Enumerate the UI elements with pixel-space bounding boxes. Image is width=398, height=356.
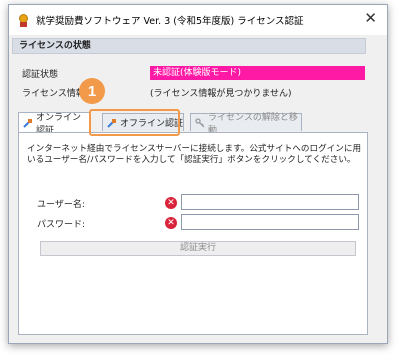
medal-icon [17, 13, 30, 27]
error-icon: ✕ [165, 197, 177, 209]
step-callout-badge: 1 [79, 78, 105, 104]
plug-icon [23, 118, 33, 128]
tab-online-auth[interactable]: オンライン認証 [18, 112, 90, 136]
password-input[interactable] [181, 214, 359, 230]
error-icon: ✕ [165, 217, 177, 229]
key-icon [195, 117, 205, 128]
title-bar: 就学奨励費ソフトウェア Ver. 3 (令和5年度版) ライセンス認証 ✕ [9, 5, 387, 35]
username-label: ユーザー名: [37, 200, 85, 210]
online-auth-panel: インターネット経由でライセンスサーバーに接続します。公式サイトへのログインに用い… [18, 132, 368, 335]
offline-tab-highlight [89, 109, 180, 136]
license-status-header: ライセンスの状態 [12, 38, 366, 54]
panel-description: インターネット経由でライセンスサーバーに接続します。公式サイトへのログインに用い… [27, 144, 362, 165]
tab-license-release[interactable]: ライセンスの解除と移動 [190, 113, 302, 136]
license-info-value: (ライセンス情報が見つかりません) [150, 89, 292, 99]
window-title: 就学奨励費ソフトウェア Ver. 3 (令和5年度版) ライセンス認証 [36, 16, 304, 27]
authenticate-button[interactable]: 認証実行 [40, 241, 356, 256]
license-info-label: ライセンス情報 [22, 89, 85, 99]
password-label: パスワード: [37, 220, 86, 230]
auth-status-value: 未認証(体験版モード) [150, 66, 365, 80]
close-icon[interactable]: ✕ [364, 11, 377, 26]
auth-status-label: 認証状態 [22, 70, 59, 80]
username-input[interactable] [181, 194, 359, 210]
